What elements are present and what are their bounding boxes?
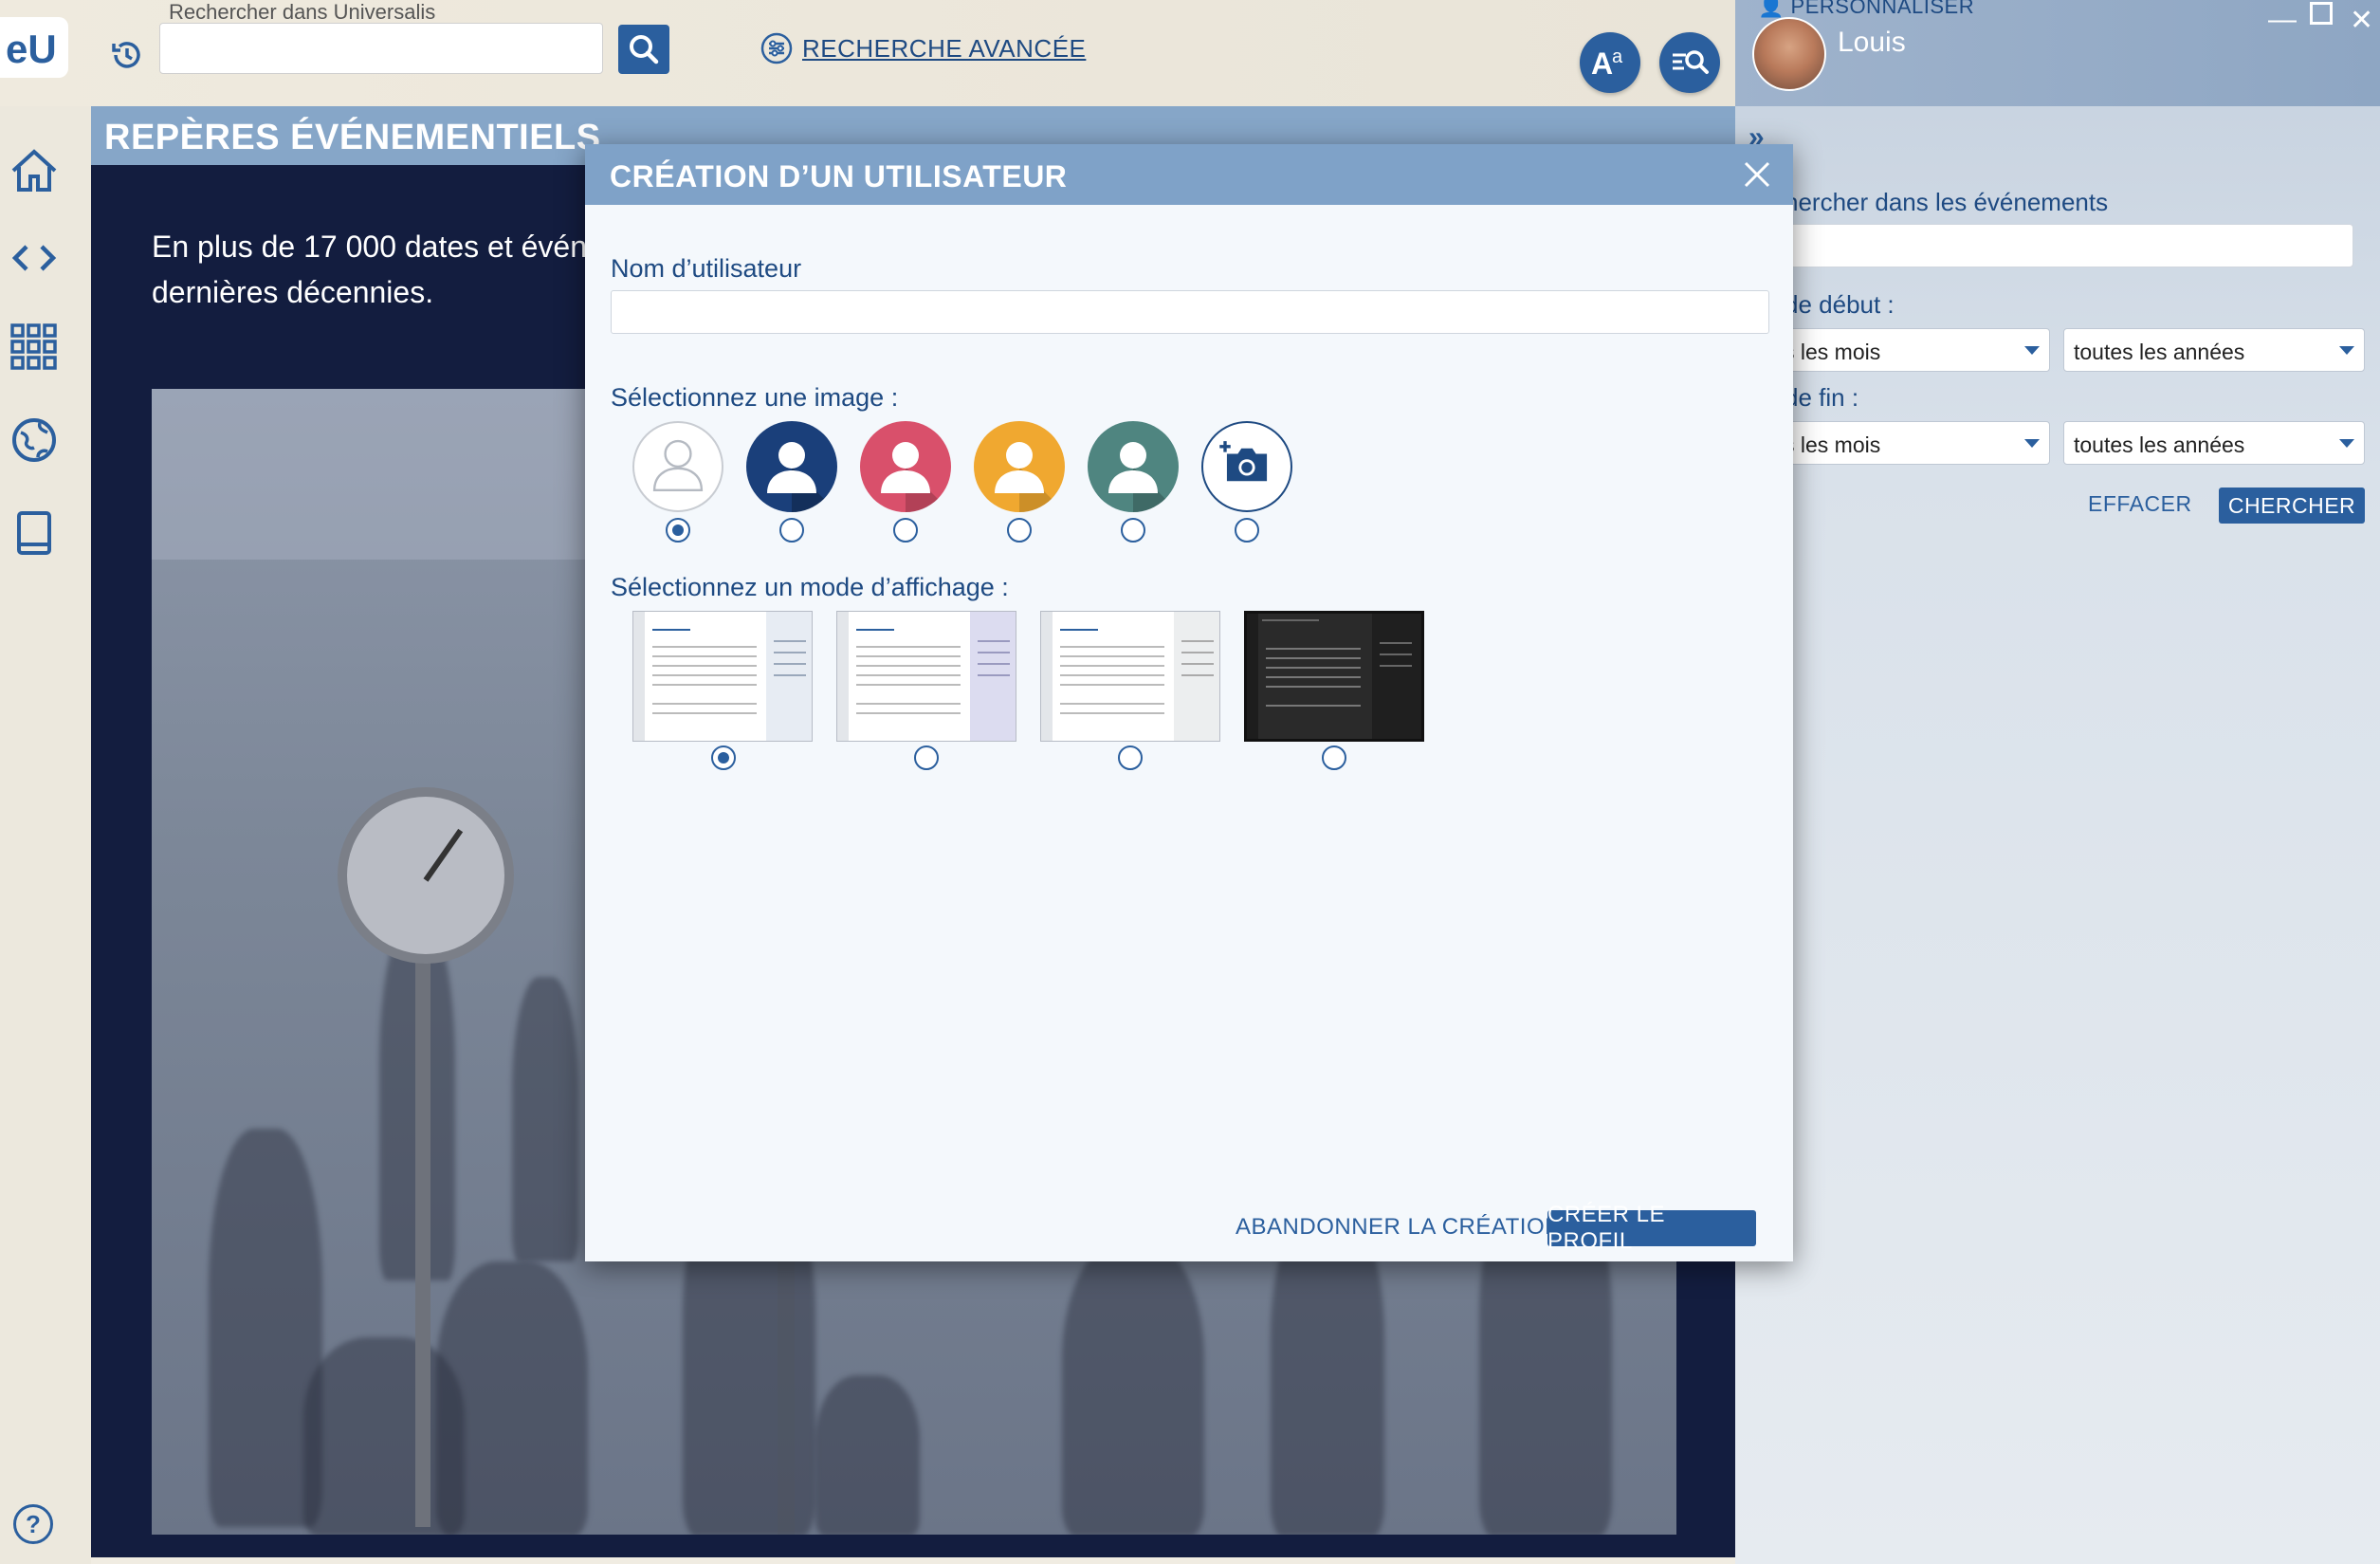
avatar-radio-1[interactable] — [666, 518, 690, 543]
station-clock — [338, 787, 514, 964]
search-icon — [630, 35, 659, 64]
chevron-down-icon — [2339, 439, 2354, 448]
start-month-value: s les mois — [1784, 340, 1881, 364]
book-icon[interactable] — [8, 506, 61, 560]
close-icon[interactable] — [1738, 156, 1776, 193]
avatar-radio-6[interactable] — [1235, 518, 1259, 543]
avatar[interactable] — [1752, 17, 1826, 91]
universalis-logo[interactable]: eU — [0, 17, 68, 78]
text-search-button[interactable] — [1659, 32, 1720, 93]
eu-logo-icon: eU — [6, 27, 57, 70]
display-mode-label: Sélectionnez un mode d’affichage : — [611, 573, 1009, 601]
text-size-icon: Aa — [1591, 46, 1623, 81]
globe-icon[interactable] — [8, 414, 61, 467]
person-icon — [995, 442, 1065, 512]
chevron-down-icon — [2024, 346, 2040, 355]
avatar-option-teal[interactable] — [1088, 421, 1179, 512]
display-mode-radio-3[interactable] — [1118, 745, 1143, 770]
chevron-down-icon — [2339, 346, 2354, 355]
end-year-select[interactable]: toutes les années — [2063, 421, 2365, 465]
user-name: Louis — [1838, 27, 1906, 58]
search-button[interactable] — [618, 25, 669, 74]
display-mode-radio-4[interactable] — [1322, 745, 1346, 770]
avatar-radio-2[interactable] — [779, 518, 804, 543]
grid-icon[interactable] — [8, 321, 61, 374]
close-window-icon[interactable]: ✕ — [2350, 4, 2373, 37]
person-outline-icon — [652, 439, 704, 492]
end-month-value: s les mois — [1784, 432, 1881, 457]
svg-text:eU: eU — [6, 27, 57, 70]
search-input[interactable] — [159, 23, 603, 74]
search-events-button[interactable]: CHERCHER — [2219, 488, 2365, 524]
avatar-radio-3[interactable] — [893, 518, 918, 543]
display-mode-radio-1[interactable] — [711, 745, 736, 770]
left-navigation — [0, 106, 91, 1564]
username-input[interactable] — [611, 290, 1769, 334]
display-mode-light-blue[interactable] — [632, 611, 813, 742]
add-photo-icon — [1219, 441, 1268, 482]
end-month-select[interactable]: s les mois — [1773, 421, 2050, 465]
advanced-search-link[interactable]: RECHERCHE AVANCÉE — [760, 32, 1086, 64]
dialog-header: CRÉATION D’UN UTILISATEUR — [585, 144, 1793, 205]
avatar-radio-5[interactable] — [1121, 518, 1145, 543]
end-date-label: de fin : — [1785, 383, 1859, 412]
avatar-option-orange[interactable] — [974, 421, 1065, 512]
top-bar: eU Rechercher dans Universalis RECHERCHE… — [0, 0, 1735, 106]
personalize-link[interactable]: 👤 PERSONNALISER — [1758, 0, 1974, 19]
home-icon[interactable] — [8, 144, 61, 197]
dialog-title: CRÉATION D’UN UTILISATEUR — [610, 159, 1068, 193]
start-month-select[interactable]: s les mois — [1773, 328, 2050, 372]
history-icon[interactable] — [106, 34, 148, 76]
search-label: Rechercher dans Universalis — [169, 0, 436, 24]
avatar-option-upload[interactable] — [1201, 421, 1292, 512]
user-icon: 👤 — [1758, 0, 1785, 18]
events-search-input[interactable] — [1773, 224, 2353, 267]
avatar-option-outline[interactable] — [632, 421, 723, 512]
right-panel: 👤 PERSONNALISER Louis — ✕ » hercher dans… — [1735, 0, 2380, 1564]
end-year-value: toutes les années — [2074, 432, 2245, 457]
advanced-search-label: RECHERCHE AVANCÉE — [802, 33, 1087, 63]
advanced-search-icon — [760, 32, 793, 64]
display-mode-light-purple[interactable] — [836, 611, 1016, 742]
cancel-creation-button[interactable]: ABANDONNER LA CRÉATION — [1236, 1214, 1562, 1241]
avatar-radio-4[interactable] — [1007, 518, 1032, 543]
help-icon[interactable]: ? — [13, 1504, 53, 1544]
chevron-down-icon — [2024, 439, 2040, 448]
document-search-icon — [1673, 50, 1709, 74]
svg-text:a: a — [1612, 46, 1623, 67]
image-select-label: Sélectionnez une image : — [611, 383, 899, 412]
article-title: REPÈRES ÉVÉNEMENTIELS — [104, 118, 601, 157]
svg-text:A: A — [1591, 46, 1613, 81]
events-search-label: hercher dans les événements — [1785, 188, 2109, 216]
personalize-label: PERSONNALISER — [1790, 0, 1975, 18]
person-icon — [1108, 442, 1179, 512]
person-icon — [881, 442, 951, 512]
maximize-icon[interactable] — [2310, 2, 2333, 25]
code-brackets-icon[interactable] — [8, 231, 61, 285]
create-profile-button[interactable]: CRÉER LE PROFIL — [1547, 1202, 1756, 1254]
start-year-value: toutes les années — [2074, 340, 2245, 364]
display-mode-light-grey[interactable] — [1040, 611, 1220, 742]
display-mode-radio-2[interactable] — [914, 745, 939, 770]
user-header: 👤 PERSONNALISER Louis — ✕ — [1735, 0, 2380, 106]
avatar-option-pink[interactable] — [860, 421, 951, 512]
create-user-dialog: CRÉATION D’UN UTILISATEUR Nom d’utilisat… — [585, 144, 1793, 1261]
text-size-button[interactable]: Aa — [1580, 32, 1640, 93]
person-icon — [767, 442, 837, 512]
username-label: Nom d’utilisateur — [611, 254, 802, 283]
clear-button[interactable]: EFFACER — [2088, 491, 2192, 517]
display-mode-dark[interactable] — [1244, 611, 1424, 742]
start-date-label: de début : — [1785, 290, 1895, 319]
avatar-option-blue[interactable] — [746, 421, 837, 512]
start-year-select[interactable]: toutes les années — [2063, 328, 2365, 372]
minimize-icon[interactable]: — — [2268, 4, 2297, 36]
